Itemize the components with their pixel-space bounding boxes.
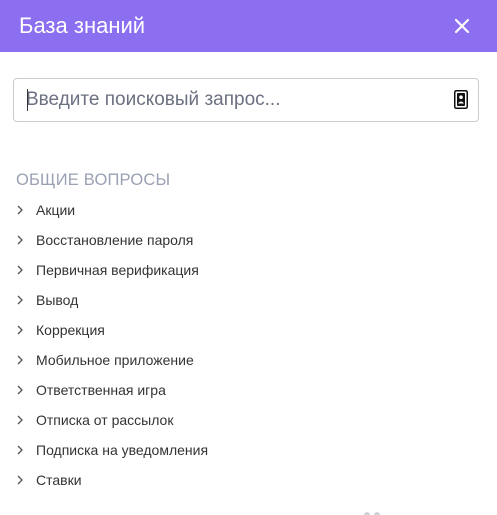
- faq-item[interactable]: Мобильное приложение: [0, 345, 497, 375]
- faq-item-label: Акции: [36, 202, 76, 218]
- chevron-right-icon: [17, 355, 23, 365]
- search-input[interactable]: [26, 79, 446, 121]
- chevron-right-icon: [17, 415, 23, 425]
- faq-item-label: Ставки: [36, 472, 82, 488]
- faq-item-label: Ответственная игра: [36, 382, 166, 398]
- faq-item-label: Мобильное приложение: [36, 352, 194, 368]
- section-title-general: ОБЩИЕ ВОПРОСЫ: [16, 171, 171, 189]
- knowledge-base-header: База знаний: [0, 0, 497, 52]
- search-box: [13, 78, 479, 122]
- faq-item[interactable]: Отписка от рассылок: [0, 405, 497, 435]
- chevron-right-icon: [17, 205, 23, 215]
- chevron-right-icon: [17, 325, 23, 335]
- faq-item-label: Подписка на уведомления: [36, 442, 209, 458]
- faq-item-label: Восстановление пароля: [36, 232, 194, 248]
- chevron-right-icon: [17, 295, 23, 305]
- faq-item-label: Первичная верификация: [36, 262, 199, 278]
- faq-item-label: Коррекция: [36, 322, 105, 338]
- partial-icon-edge: [364, 512, 380, 515]
- faq-item-label: Вывод: [36, 292, 79, 308]
- contact-card-icon[interactable]: [454, 90, 468, 109]
- faq-item-label: Отписка от рассылок: [36, 412, 174, 428]
- chevron-right-icon: [17, 235, 23, 245]
- text-caret: [27, 89, 28, 111]
- chevron-right-icon: [17, 475, 23, 485]
- faq-item[interactable]: Акции: [0, 195, 497, 225]
- chevron-right-icon: [17, 265, 23, 275]
- faq-item[interactable]: Ставки: [0, 465, 497, 495]
- faq-item[interactable]: Первичная верификация: [0, 255, 497, 285]
- close-button[interactable]: [450, 14, 474, 38]
- close-icon: [454, 18, 470, 34]
- faq-item[interactable]: Восстановление пароля: [0, 225, 497, 255]
- faq-item[interactable]: Ответственная игра: [0, 375, 497, 405]
- faq-item[interactable]: Подписка на уведомления: [0, 435, 497, 465]
- faq-item[interactable]: Коррекция: [0, 315, 497, 345]
- chevron-right-icon: [17, 445, 23, 455]
- chevron-right-icon: [17, 385, 23, 395]
- header-title: База знаний: [19, 13, 146, 38]
- faq-item[interactable]: Вывод: [0, 285, 497, 315]
- faq-list: Акции Восстановление пароля Первичная ве…: [0, 195, 497, 495]
